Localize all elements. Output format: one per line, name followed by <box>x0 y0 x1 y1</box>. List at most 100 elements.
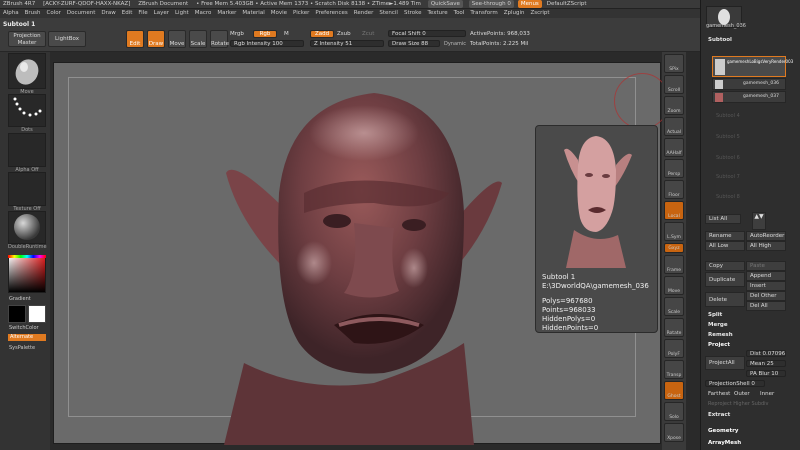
extract-section-header[interactable]: Extract <box>708 412 730 418</box>
arrow-up-down-icon[interactable]: ▲▼ <box>752 212 766 230</box>
menu-item[interactable]: File <box>135 9 150 17</box>
mrgb-button[interactable]: Mrgb <box>230 31 244 37</box>
menu-item[interactable]: Render <box>351 9 377 17</box>
subtool-row[interactable]: gamemesh_036 <box>712 78 786 90</box>
outer-toggle[interactable]: Outer <box>734 391 750 397</box>
menu-item[interactable]: Light <box>172 9 192 17</box>
default-zscript-button[interactable]: DefaultZScript <box>544 0 590 8</box>
scale-view-button[interactable]: Scale <box>664 297 684 316</box>
main-color-swatch[interactable] <box>28 305 46 323</box>
zsub-button[interactable]: Zsub <box>337 31 351 37</box>
menu-item[interactable]: Marker <box>214 9 239 17</box>
pa-blur-slider[interactable]: PA Blur 10 <box>746 370 786 377</box>
zadd-button[interactable]: Zadd <box>310 30 334 38</box>
menu-item[interactable]: Alpha <box>0 9 22 17</box>
autoreorder-button[interactable]: AutoReorder <box>746 231 786 241</box>
texture-thumbnail[interactable] <box>8 172 46 206</box>
delete-button[interactable]: Delete <box>705 292 745 307</box>
lightbox-button[interactable]: LightBox <box>48 31 86 47</box>
menu-item[interactable]: Zscript <box>527 9 552 17</box>
projection-master-button[interactable]: Projection Master <box>8 31 46 47</box>
spix-button[interactable]: SPix <box>664 54 684 73</box>
copy-button[interactable]: Copy <box>705 261 745 271</box>
move-mode-button[interactable]: Move <box>168 30 186 48</box>
mean-slider[interactable]: Mean 25 <box>746 360 786 367</box>
scroll-button[interactable]: Scroll <box>664 75 684 94</box>
insert-button[interactable]: Insert <box>746 281 786 291</box>
projection-shell-slider[interactable]: ProjectionShell 0 <box>705 380 765 387</box>
all-low-button[interactable]: All Low <box>705 241 745 251</box>
inner-toggle[interactable]: Inner <box>760 391 774 397</box>
persp-button[interactable]: Persp <box>664 159 684 178</box>
draw-mode-button[interactable]: Draw <box>147 30 165 48</box>
ghost-button[interactable]: Ghost <box>664 381 684 400</box>
move-view-button[interactable]: Move <box>664 276 684 295</box>
secondary-color-swatch[interactable] <box>8 305 26 323</box>
zoom-button[interactable]: Zoom <box>664 96 684 115</box>
menu-item[interactable]: Tool <box>451 9 468 17</box>
draw-size-slider[interactable]: Draw Size 88 <box>388 40 440 47</box>
rotate-view-button[interactable]: Rotate <box>664 318 684 337</box>
menu-item[interactable]: Brush <box>22 9 44 17</box>
append-button[interactable]: Append <box>746 271 786 281</box>
focal-shift-slider[interactable]: Focal Shift 0 <box>388 30 466 37</box>
actual-button[interactable]: Actual <box>664 117 684 136</box>
menu-item[interactable]: Material <box>239 9 267 17</box>
xpose-button[interactable]: Xpose <box>664 423 684 442</box>
subtool-section-header[interactable]: Subtool <box>708 37 732 43</box>
local-button[interactable]: Local <box>664 201 684 220</box>
all-high-button[interactable]: All High <box>746 241 786 251</box>
project-all-button[interactable]: ProjectAll <box>705 356 745 370</box>
alpha-thumbnail[interactable] <box>8 133 46 167</box>
solo-button[interactable]: Solo <box>664 402 684 421</box>
gradient-toggle[interactable]: Gradient <box>9 296 31 302</box>
switch-color-button[interactable]: SwitchColor <box>9 325 39 331</box>
rename-button[interactable]: Rename <box>705 231 745 241</box>
menu-item[interactable]: Edit <box>119 9 136 17</box>
menus-button[interactable]: Menus <box>517 0 542 8</box>
color-picker[interactable] <box>8 255 46 293</box>
brush-thumbnail[interactable] <box>8 53 46 89</box>
gxyz-button[interactable]: Gxyz <box>664 243 684 253</box>
project-section-header[interactable]: Project <box>708 342 730 348</box>
duplicate-button[interactable]: Duplicate <box>705 272 745 287</box>
reproject-higher-subdiv-button[interactable]: Reproject Higher Subdiv <box>708 401 769 407</box>
menu-item[interactable]: Preferences <box>312 9 350 17</box>
sys-palette-button[interactable]: SysPalette <box>9 345 35 351</box>
menu-item[interactable]: Stroke <box>401 9 425 17</box>
subtool-row[interactable]: gamemesh_037 <box>712 91 786 103</box>
paste-button[interactable]: Paste <box>746 261 786 271</box>
geometry-section-header[interactable]: Geometry <box>708 428 738 434</box>
menu-item[interactable]: Document <box>64 9 99 17</box>
material-thumbnail[interactable] <box>8 211 46 244</box>
del-all-button[interactable]: Del All <box>746 301 786 311</box>
menu-item[interactable]: Draw <box>98 9 118 17</box>
rotate-mode-button[interactable]: Rotate <box>210 30 229 48</box>
aahalf-button[interactable]: AAHalf <box>664 138 684 157</box>
menu-item[interactable]: Movie <box>268 9 290 17</box>
alternate-button[interactable]: Alternate <box>8 334 46 341</box>
dist-slider[interactable]: Dist 0.07096 <box>746 350 786 357</box>
menu-item[interactable]: Layer <box>151 9 172 17</box>
arraymesh-section-header[interactable]: ArrayMesh <box>708 440 741 446</box>
merge-section-header[interactable]: Merge <box>708 322 728 328</box>
list-all-button[interactable]: List All <box>705 214 741 224</box>
farthest-toggle[interactable]: Farthest <box>708 391 730 397</box>
see-through-slider[interactable]: See-through 0 <box>468 0 514 8</box>
menu-item[interactable]: Macro <box>192 9 215 17</box>
rgb-intensity-slider[interactable]: Rgb Intensity 100 <box>230 40 304 47</box>
floor-button[interactable]: Floor <box>664 180 684 199</box>
menu-item[interactable]: Zplugin <box>501 9 528 17</box>
rgb-button[interactable]: Rgb <box>253 30 277 38</box>
lsym-button[interactable]: L.Sym <box>664 222 684 241</box>
z-intensity-slider[interactable]: Z Intensity 51 <box>310 40 384 47</box>
menu-item[interactable]: Stencil <box>376 9 401 17</box>
subtool-row-selected[interactable]: gamemeshLoBigsVeryRender003 <box>712 56 793 77</box>
stroke-thumbnail[interactable] <box>8 94 46 127</box>
menu-item[interactable]: Color <box>44 9 64 17</box>
quicksave-button[interactable]: QuickSave <box>427 0 463 8</box>
scale-mode-button[interactable]: Scale <box>189 30 207 48</box>
menu-item[interactable]: Transform <box>467 9 500 17</box>
dynamic-toggle[interactable]: Dynamic <box>444 41 466 47</box>
menu-item[interactable]: Texture <box>425 9 451 17</box>
